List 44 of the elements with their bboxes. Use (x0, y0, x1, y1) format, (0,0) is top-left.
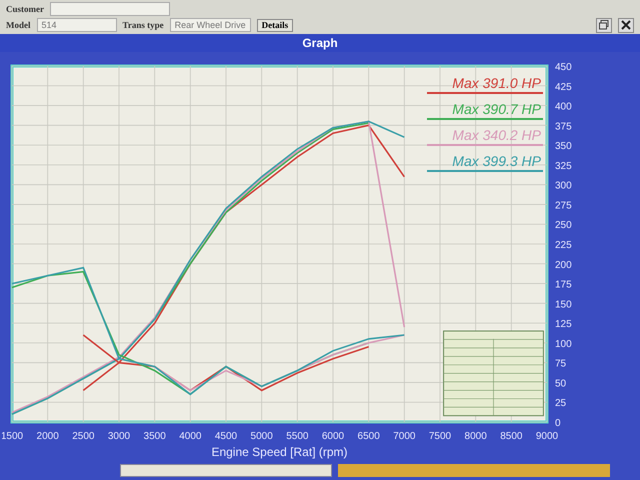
axis-tick-label: 200 (555, 260, 572, 271)
legend-label: Max 399.3 HP (452, 153, 541, 169)
axis-tick-label: 1500 (2, 431, 24, 442)
axis-tick-label: 175 (555, 280, 572, 291)
axis-tick-label: 25 (555, 398, 566, 410)
axis-tick-label: 2500 (72, 431, 94, 442)
model-label: Model (6, 20, 30, 30)
axis-tick-label: 8500 (500, 431, 522, 442)
axis-tick-label: 150 (555, 299, 572, 310)
axis-tick-label: 325 (555, 160, 572, 172)
axis-title: Engine Speed [Rat] (rpm) (211, 445, 348, 459)
axis-tick-label: 4000 (179, 431, 202, 442)
legend-label: Max 340.2 HP (452, 127, 541, 143)
axis-tick-label: 4500 (214, 431, 238, 442)
axis-tick-label: 5000 (250, 431, 273, 442)
axis-tick-label: 75 (555, 358, 566, 370)
axis-tick-label: 3500 (144, 431, 166, 442)
axis-tick-label: 225 (555, 240, 572, 251)
axis-tick-label: 6000 (322, 431, 344, 442)
axis-tick-label: 400 (555, 102, 572, 113)
axis-tick-label: 8000 (464, 431, 487, 442)
axis-tick-label: 9000 (536, 431, 558, 442)
axis-tick-label: 50 (555, 378, 566, 390)
axis-tick-label: 300 (555, 180, 572, 192)
axis-tick-label: 2000 (36, 431, 59, 442)
legend-label: Max 390.7 HP (452, 101, 541, 117)
axis-tick-label: 6500 (358, 431, 380, 442)
axis-tick-label: 0 (555, 418, 561, 429)
axis-tick-label: 125 (555, 319, 572, 330)
axis-tick-label: 7000 (393, 431, 416, 442)
axis-tick-label: 3000 (108, 431, 130, 442)
trans-type-label: Trans type (122, 20, 164, 30)
window-title: Graph (0, 34, 640, 52)
axis-tick-label: 250 (555, 220, 572, 232)
axis-tick-label: 425 (555, 82, 572, 93)
axis-tick-label: 350 (555, 141, 572, 152)
axis-tick-label: 100 (555, 338, 572, 350)
axis-tick-label: 375 (555, 121, 572, 132)
axis-tick-label: 7500 (428, 431, 452, 442)
axis-tick-label: 5500 (286, 431, 308, 442)
axis-tick-label: 450 (555, 62, 572, 73)
customer-label: Customer (6, 4, 44, 14)
axis-tick-label: 275 (555, 200, 572, 212)
legend-label: Max 391.0 HP (452, 75, 541, 91)
